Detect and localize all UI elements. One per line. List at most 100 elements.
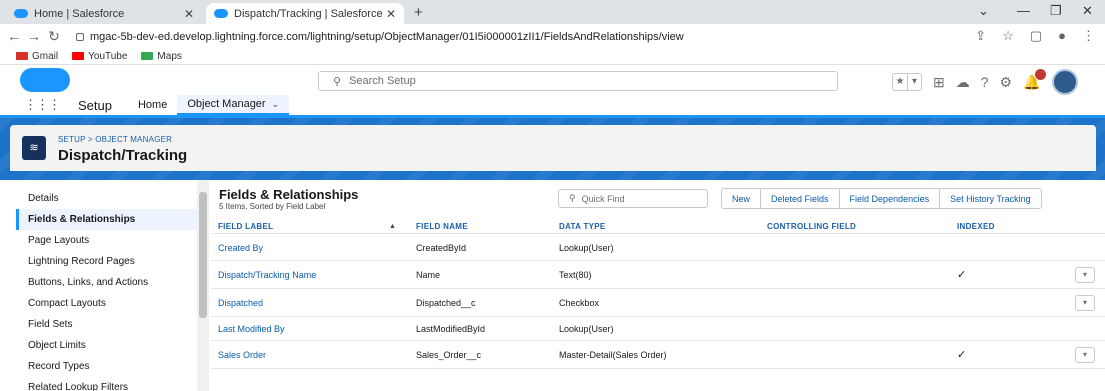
new-button[interactable]: New — [722, 189, 760, 208]
column-header-data-type[interactable]: DATA TYPE — [559, 222, 606, 231]
row-actions-dropdown[interactable]: ▾ — [1075, 346, 1095, 363]
table-row: Dispatched Dispatched__c Checkbox ▾ — [211, 289, 1105, 317]
new-tab-icon[interactable]: + — [414, 4, 423, 21]
trailhead-icon[interactable]: ☁ — [956, 74, 970, 91]
breadcrumb[interactable]: SETUP > OBJECT MANAGER — [58, 135, 172, 144]
browser-tab-strip: Home | Salesforce ✕ Dispatch/Tracking | … — [0, 0, 1105, 24]
bookmark-maps[interactable]: Maps — [141, 50, 182, 62]
field-label-link[interactable]: Last Modified By — [218, 324, 285, 334]
bookmark-gmail[interactable]: Gmail — [16, 51, 58, 62]
caret-down-icon: ▾ — [907, 74, 921, 90]
setup-search-input[interactable]: ⚲ Search Setup — [318, 71, 838, 91]
avatar[interactable] — [1051, 69, 1078, 95]
row-actions-dropdown[interactable]: ▾ — [1075, 294, 1095, 311]
tab-search-icon[interactable]: ⌄ — [978, 3, 989, 19]
sidebar-item-related-lookup-filters[interactable]: Related Lookup Filters — [16, 377, 197, 391]
field-dependencies-button[interactable]: Field Dependencies — [838, 189, 940, 208]
close-tab-icon[interactable]: ✕ — [386, 7, 396, 21]
table-header: FIELD LABEL ▲ FIELD NAME DATA TYPE CONTR… — [211, 220, 1105, 234]
forward-icon[interactable]: → — [24, 28, 44, 44]
global-header: ⚲ Search Setup ★ ▾ ⊞ ☁ ? ⚙ 🔔 — [0, 65, 1105, 95]
sidebar-item-page-layouts[interactable]: Page Layouts — [16, 230, 197, 251]
field-name: Sales_Order__c — [416, 349, 482, 360]
column-header-controlling-field[interactable]: CONTROLLING FIELD — [767, 222, 856, 231]
app-launcher-icon[interactable]: ⋮⋮⋮ — [24, 97, 61, 113]
bookmarks-bar: Gmail YouTube Maps — [0, 48, 1105, 65]
sidebar-item-compact-layouts[interactable]: Compact Layouts — [16, 293, 197, 314]
close-tab-icon[interactable]: ✕ — [184, 7, 194, 21]
notifications-bell-icon[interactable]: 🔔 — [1023, 68, 1046, 91]
context-bar: ⋮⋮⋮ Setup Home Object Manager ⌄ — [0, 95, 1105, 118]
maps-icon — [141, 52, 154, 60]
youtube-icon — [72, 52, 85, 60]
column-header-field-label[interactable]: FIELD LABEL — [218, 222, 273, 231]
quick-find-input[interactable]: ⚲ Quick Find — [558, 189, 708, 208]
bookmark-label: Maps — [157, 50, 182, 62]
nav-tab-object-manager[interactable]: Object Manager ⌄ — [177, 95, 290, 115]
sidebar-item-details[interactable]: Details — [16, 188, 197, 209]
sidebar-item-field-sets[interactable]: Field Sets — [16, 314, 197, 335]
help-icon[interactable]: ? — [981, 74, 989, 90]
table-row: Created By CreatedById Lookup(User) — [211, 235, 1105, 261]
browser-tab-dispatch[interactable]: Dispatch/Tracking | Salesforce ✕ — [206, 3, 404, 24]
sidebar-item-fields-relationships[interactable]: Fields & Relationships — [16, 209, 197, 230]
star-icon: ★ — [895, 76, 905, 87]
sidebar-item-record-types[interactable]: Record Types — [16, 356, 197, 377]
sidebar-scrollbar[interactable] — [197, 180, 209, 391]
tab-title: Dispatch/Tracking | Salesforce — [234, 7, 382, 20]
field-name: LastModifiedById — [416, 323, 486, 334]
deleted-fields-button[interactable]: Deleted Fields — [760, 189, 839, 208]
app-name: Setup — [78, 97, 112, 113]
salesforce-logo[interactable] — [20, 68, 70, 92]
side-panel-icon[interactable]: ▢ — [1030, 28, 1042, 44]
column-header-indexed[interactable]: INDEXED — [957, 222, 995, 231]
global-actions-icon[interactable]: ⊞ — [933, 74, 945, 91]
nav-tab-label: Home — [137, 99, 168, 111]
restore-icon[interactable]: ❐ — [1050, 3, 1062, 19]
url-field[interactable]: mgac-5b-dev-ed.develop.lightning.force.c… — [76, 28, 684, 45]
share-icon[interactable]: ⇪ — [975, 28, 986, 44]
column-header-field-name[interactable]: FIELD NAME — [416, 222, 468, 231]
gear-icon[interactable]: ⚙ — [1000, 74, 1013, 91]
scrollbar-thumb[interactable] — [199, 192, 207, 318]
field-name: CreatedById — [416, 242, 467, 253]
close-window-icon[interactable]: ✕ — [1082, 3, 1093, 19]
back-icon[interactable]: ← — [4, 28, 24, 44]
sort-ascending-icon[interactable]: ▲ — [389, 223, 396, 230]
data-type: Checkbox — [559, 297, 600, 308]
table-row: Sales Order Sales_Order__c Master-Detail… — [211, 341, 1105, 369]
nav-tab-home[interactable]: Home — [128, 95, 177, 115]
data-type: Lookup(User) — [559, 323, 614, 334]
set-history-tracking-button[interactable]: Set History Tracking — [939, 189, 1041, 208]
row-actions-dropdown[interactable]: ▾ — [1075, 266, 1095, 283]
quick-find-placeholder: Quick Find — [581, 193, 625, 204]
data-type: Master-Detail(Sales Order) — [559, 349, 667, 360]
salesforce-cloud-icon — [214, 9, 228, 18]
sidebar-item-object-limits[interactable]: Object Limits — [16, 335, 197, 356]
bookmark-label: Gmail — [32, 50, 59, 62]
favorites-button[interactable]: ★ ▾ — [892, 73, 922, 91]
browser-tab-home[interactable]: Home | Salesforce ✕ — [6, 3, 202, 24]
panel-subtitle: 5 Items, Sorted by Field Label — [219, 202, 326, 211]
menu-icon[interactable]: ⋮ — [1082, 28, 1095, 44]
bookmark-star-icon[interactable]: ☆ — [1002, 28, 1014, 44]
page-title: Dispatch/Tracking — [58, 147, 188, 164]
gmail-icon — [16, 52, 28, 60]
sidebar-item-lightning-record-pages[interactable]: Lightning Record Pages — [16, 251, 197, 272]
minimize-icon[interactable]: — — [1017, 3, 1030, 18]
field-label-link[interactable]: Created By — [218, 243, 263, 253]
search-icon: ⚲ — [333, 75, 342, 88]
field-label-link[interactable]: Dispatch/Tracking Name — [218, 270, 316, 280]
bookmark-youtube[interactable]: YouTube — [72, 51, 127, 62]
indexed-checkmark-icon: ✓ — [957, 349, 967, 361]
reload-icon[interactable]: ↻ — [44, 28, 64, 45]
chevron-down-icon[interactable]: ⌄ — [272, 99, 280, 110]
sidebar-item-buttons-links-actions[interactable]: Buttons, Links, and Actions — [16, 272, 197, 293]
bookmark-label: YouTube — [88, 50, 128, 62]
data-type: Text(80) — [559, 269, 592, 280]
field-label-link[interactable]: Dispatched — [218, 298, 263, 308]
profile-icon[interactable]: ● — [1058, 28, 1066, 44]
object-sidebar: Details Fields & Relationships Page Layo… — [16, 180, 197, 391]
field-name: Name — [416, 269, 441, 280]
field-label-link[interactable]: Sales Order — [218, 350, 266, 360]
